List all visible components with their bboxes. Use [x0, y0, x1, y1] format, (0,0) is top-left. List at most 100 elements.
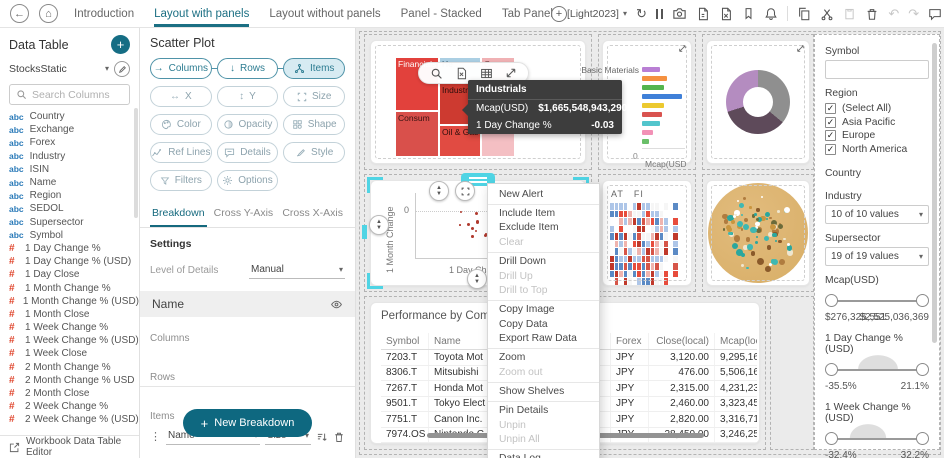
column-list-item[interactable]: abc ISIN	[9, 163, 139, 176]
breakdown-tab[interactable]: Breakdown	[150, 203, 207, 227]
export-pdf-button[interactable]	[696, 7, 710, 21]
column-list-item[interactable]: # 1 Week Change % (USD)	[9, 334, 139, 347]
column-list-item[interactable]: abc Country	[9, 110, 139, 123]
x-shelf-handle[interactable]: ▲▼	[467, 269, 487, 289]
table-header[interactable]: Symbol	[381, 333, 429, 349]
slider-handle-max[interactable]	[916, 294, 929, 307]
eye-icon[interactable]	[330, 298, 343, 311]
column-search[interactable]	[9, 84, 130, 105]
donut-chart[interactable]	[726, 70, 790, 134]
column-list-item[interactable]: abc Exchange	[9, 123, 139, 136]
context-menu-item[interactable]: Copy Data	[488, 317, 599, 332]
table-view-icon[interactable]	[480, 67, 493, 80]
bookmark-button[interactable]	[742, 7, 755, 20]
column-list-item[interactable]: abc Region	[9, 189, 139, 202]
expand-icon[interactable]	[505, 67, 517, 79]
heatmap-panel[interactable]: AT FI	[602, 180, 692, 286]
context-menu-item[interactable]: Clear	[488, 235, 599, 250]
shelf-opacity[interactable]: Opacity	[217, 114, 279, 135]
table-header[interactable]: Mcap(local)	[715, 333, 757, 349]
filters-scrollbar[interactable]	[932, 43, 937, 343]
shelf-y[interactable]: ↕Y	[217, 86, 279, 107]
symbol-filter-input[interactable]	[825, 60, 929, 79]
export-excel-button[interactable]	[719, 7, 733, 21]
workbook-tab[interactable]: Layout without panels	[269, 0, 380, 27]
workbook-tab[interactable]: Layout with panels	[154, 0, 249, 27]
workbook-data-table-editor[interactable]: Workbook Data Table Editor	[0, 435, 139, 458]
context-menu-item[interactable]: Copy Image	[488, 300, 599, 317]
snapshot-button[interactable]	[672, 6, 687, 21]
mcap-range-slider[interactable]	[825, 290, 929, 312]
redo-button[interactable]: ↷	[908, 6, 919, 22]
context-menu-item[interactable]: Pin Details	[488, 401, 599, 418]
slider-handle-min[interactable]	[825, 432, 838, 445]
context-menu-item[interactable]: Export Raw Data	[488, 332, 599, 347]
column-list-item[interactable]: abc Forex	[9, 136, 139, 149]
data-table-name[interactable]: StocksStatic	[9, 63, 105, 75]
context-menu-item[interactable]: Zoom	[488, 348, 599, 365]
workbook-tab[interactable]: Introduction	[74, 0, 134, 27]
column-list-item[interactable]: # 1 Month Change %	[9, 281, 139, 294]
shelf-x[interactable]: ↔X	[150, 86, 212, 107]
breakdown-tab[interactable]: Cross Y-Axis	[212, 203, 276, 227]
slider-handle-min[interactable]	[825, 363, 838, 376]
add-tab-button[interactable]: +	[551, 6, 567, 22]
region-checkbox-row[interactable]: ✓ North America	[825, 143, 929, 157]
level-of-details-select[interactable]: Manual ▾	[249, 262, 345, 279]
supersector-filter-select[interactable]: 19 of 19 values ▾	[825, 247, 929, 266]
context-menu-item[interactable]: New Alert	[488, 187, 599, 202]
column-list-item[interactable]: abc Symbol	[9, 229, 139, 242]
refresh-button[interactable]: ↻	[636, 6, 647, 22]
shelf-details[interactable]: Details	[217, 142, 279, 163]
delete-button[interactable]	[865, 7, 879, 21]
sidebar-scrollbar[interactable]	[134, 108, 138, 218]
column-list-item[interactable]: abc Industry	[9, 150, 139, 163]
bar-row[interactable]: Basic Materials	[603, 65, 685, 74]
slider-handle-max[interactable]	[916, 432, 929, 445]
circlepack-chart[interactable]	[708, 183, 808, 283]
comment-button[interactable]	[928, 7, 942, 21]
zoom-icon[interactable]	[430, 67, 443, 80]
column-list-item[interactable]: # 2 Week Change %	[9, 400, 139, 413]
workbook-tab[interactable]: Panel - Stacked	[401, 0, 482, 27]
checkbox[interactable]: ✓	[825, 144, 836, 155]
context-menu-item[interactable]: Exclude Item	[488, 221, 599, 236]
shelf-color[interactable]: Color	[150, 114, 212, 135]
slider-handle-min[interactable]	[825, 294, 838, 307]
column-search-input[interactable]	[32, 89, 122, 101]
resize-handle[interactable]	[455, 181, 475, 201]
undo-button[interactable]: ↶	[888, 6, 899, 22]
column-list-item[interactable]: # 1 Month Close	[9, 308, 139, 321]
column-list-item[interactable]: # 2 Week Change % (USD)	[9, 413, 139, 426]
excel-export-icon[interactable]	[455, 67, 468, 80]
expand-icon[interactable]	[678, 44, 687, 53]
shelf-shape[interactable]: Shape	[283, 114, 345, 135]
column-list-item[interactable]: # 2 Month Change %	[9, 361, 139, 374]
shelf-items[interactable]: Items	[283, 58, 345, 79]
context-menu-item[interactable]: Drill Up	[488, 269, 599, 284]
column-list-item[interactable]: # 1 Day Close	[9, 268, 139, 281]
pause-button[interactable]	[656, 9, 664, 19]
week-change-range-slider[interactable]	[825, 428, 929, 450]
shelf-rows[interactable]: ↓Rows	[217, 58, 279, 79]
shelf-style[interactable]: Style	[283, 142, 345, 163]
column-list-item[interactable]: # 2 Month Change % USD	[9, 374, 139, 387]
context-menu-item[interactable]: Zoom out	[488, 365, 599, 380]
column-list-item[interactable]: # 1 Week Close	[9, 347, 139, 360]
context-menu-item[interactable]: Show Shelves	[488, 382, 599, 399]
checkbox[interactable]: ✓	[825, 103, 836, 114]
breakdown-tab[interactable]: Cross X-Axis	[280, 203, 345, 227]
context-menu-item[interactable]: Unpin	[488, 418, 599, 433]
column-list-item[interactable]: abc Name	[9, 176, 139, 189]
day-change-range-slider[interactable]	[825, 359, 929, 381]
back-button[interactable]: ←	[10, 4, 29, 23]
column-list-item[interactable]: # 2 Month Close	[9, 387, 139, 400]
column-list-item[interactable]: # 1 Week Change %	[9, 321, 139, 334]
bar-row[interactable]	[603, 137, 685, 146]
table-header[interactable]: Close(local)	[649, 333, 715, 349]
column-list-item[interactable]: abc Supersector	[9, 216, 139, 229]
column-list-item[interactable]: abc SEDOL	[9, 202, 139, 215]
context-menu-item[interactable]: Include Item	[488, 204, 599, 221]
column-list-item[interactable]: # 1 Day Change % (USD)	[9, 255, 139, 268]
context-menu-item[interactable]: Drill Down	[488, 252, 599, 269]
